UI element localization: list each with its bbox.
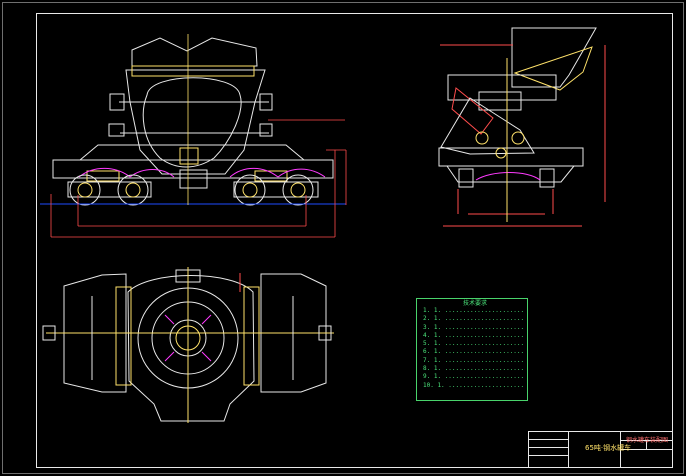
front-dimensions: [50, 34, 347, 238]
front-ladle-curve: [142, 77, 242, 168]
technical-note-10: 10. 1. .................................…: [423, 381, 523, 389]
technical-note-5: 5. 1. ..................................…: [423, 340, 523, 348]
title-block-cell: [529, 456, 569, 468]
drawing-canvas: 技术要求 1. 1. .............................…: [0, 0, 686, 476]
front-upper-beam: [131, 65, 255, 77]
front-ladle-body: [125, 69, 266, 175]
technical-note-2: 2. 1. ..................................…: [423, 315, 523, 323]
cad-linework: [40, 27, 606, 423]
title-block: 65吨·钢水罐车 钢水罐车装配图: [528, 431, 673, 468]
title-block-cell: [529, 448, 569, 456]
side-view: [438, 27, 606, 227]
top-ladle-outer: [127, 275, 255, 422]
technical-requirements-title: 技术要求: [463, 300, 488, 307]
technical-requirements-panel: 技术要求 1. 1. .............................…: [416, 298, 528, 401]
side-spout: [511, 27, 597, 88]
technical-note-6: 6. 1. ..................................…: [423, 348, 523, 356]
top-view: [42, 267, 334, 423]
technical-note-9: 9. 1. ..................................…: [423, 373, 523, 381]
front-wheels: [40, 174, 346, 206]
front-ladle-top: [131, 37, 258, 67]
drawing-code: 钢水罐车装配图: [626, 437, 669, 444]
drawing-title: 65吨·钢水罐车: [585, 444, 632, 452]
title-block-cell: [529, 432, 569, 440]
technical-note-3: 3. 1. ..................................…: [423, 323, 523, 331]
front-view: [52, 37, 334, 198]
title-block-cell: [529, 440, 569, 448]
technical-note-8: 8. 1. ..................................…: [423, 365, 523, 373]
technical-note-4: 4. 1. ..................................…: [423, 331, 523, 339]
technical-note-7: 7. 1. ..................................…: [423, 356, 523, 364]
